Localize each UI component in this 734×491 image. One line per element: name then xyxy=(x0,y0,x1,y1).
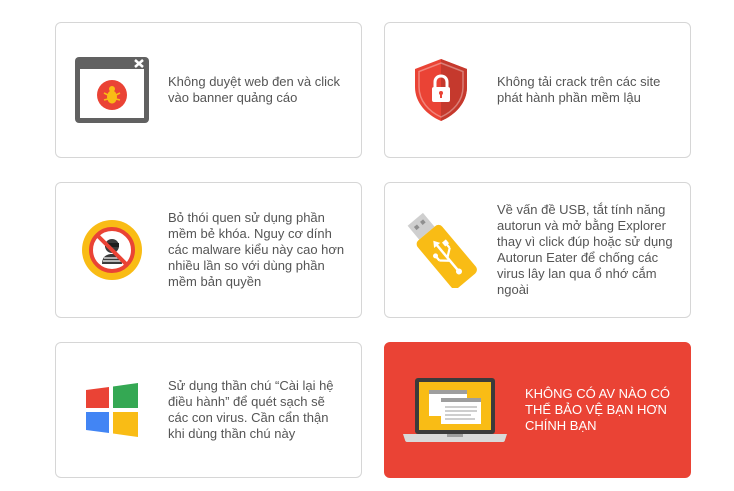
tip-text: Không tải crack trên các site phát hành … xyxy=(497,74,661,105)
windows-logo-icon xyxy=(56,343,168,477)
laptop-icon xyxy=(385,343,525,477)
usb-drive-icon xyxy=(385,183,497,317)
tip-card-browser: Không duyệt web đen và click vào banner … xyxy=(55,22,362,158)
tip-card-cracked-software: Bỏ thói quen sử dụng phần mềm bẻ khóa. N… xyxy=(55,182,362,318)
tip-card-conclusion: KHÔNG CÓ AV NÀO CÓ THỂ BẢO VỆ BẠN HƠN CH… xyxy=(384,342,691,478)
tip-card-reinstall-os: Sử dụng thần chú “Cài lại hệ điều hành” … xyxy=(55,342,362,478)
no-hacker-icon xyxy=(56,183,168,317)
tip-text: Sử dụng thần chú “Cài lại hệ điều hành” … xyxy=(168,378,334,441)
tip-card-usb: Về vấn đề USB, tắt tính năng autorun và … xyxy=(384,182,691,318)
tip-text: Không duyệt web đen và click vào banner … xyxy=(168,74,340,105)
tip-text-highlight: KHÔNG CÓ AV NÀO CÓ THỂ BẢO VỆ BẠN HƠN CH… xyxy=(525,386,670,433)
tip-card-crack: Không tải crack trên các site phát hành … xyxy=(384,22,691,158)
tip-text: Về vấn đề USB, tắt tính năng autorun và … xyxy=(497,202,673,297)
tip-text: Bỏ thói quen sử dụng phần mềm bẻ khóa. N… xyxy=(168,210,345,289)
browser-bug-icon xyxy=(56,23,168,157)
shield-lock-icon xyxy=(385,23,497,157)
